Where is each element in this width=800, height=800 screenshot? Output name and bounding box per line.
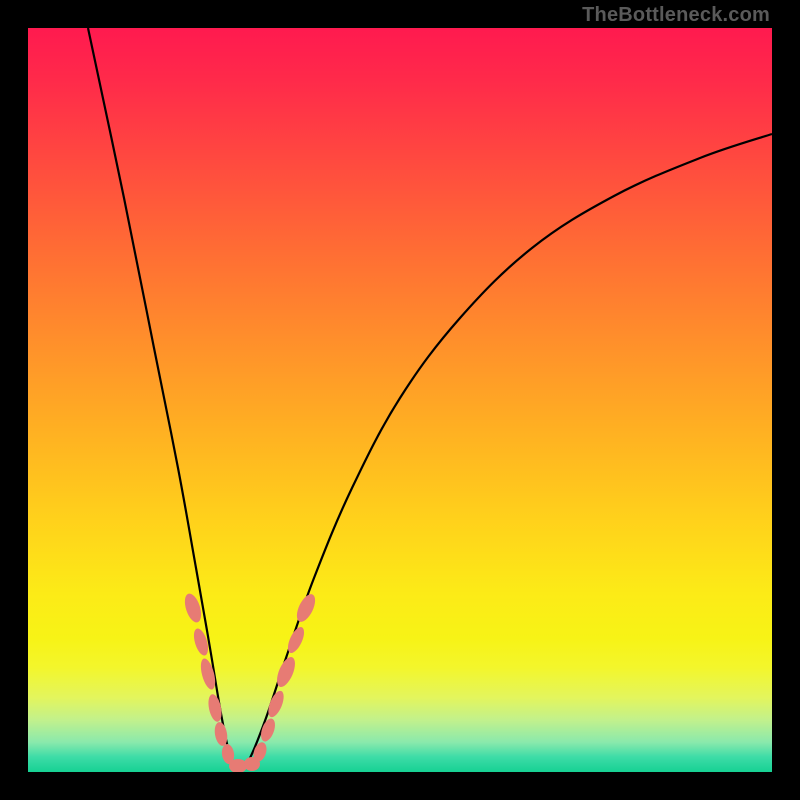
plot-area [28,28,772,772]
curves-svg [28,28,772,772]
marker-point [265,689,287,719]
marker-group [182,591,319,772]
left-curve [88,28,240,772]
watermark-text: TheBottleneck.com [582,4,770,27]
chart-frame: TheBottleneck.com [0,0,800,800]
right-curve [240,134,772,772]
